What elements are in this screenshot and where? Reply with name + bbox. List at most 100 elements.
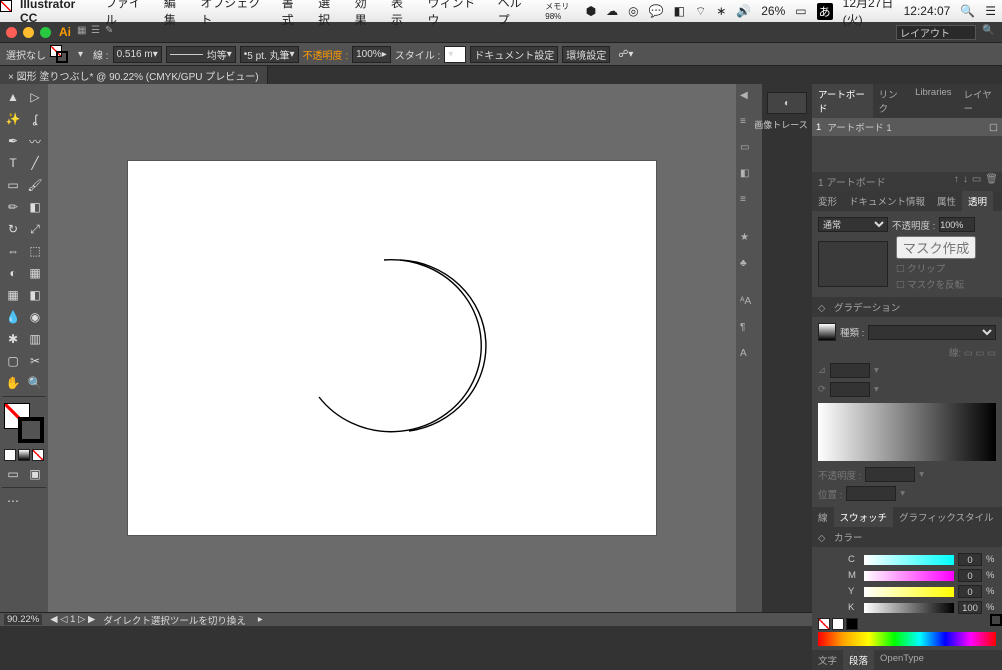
- yellow-slider[interactable]: [864, 587, 954, 597]
- gradient-position-input[interactable]: [846, 486, 896, 501]
- pen-tool[interactable]: ✒: [2, 130, 24, 152]
- artboard-options-icon[interactable]: ▢: [989, 122, 998, 133]
- cyan-slider[interactable]: [864, 555, 954, 565]
- line-tool[interactable]: ╱: [24, 152, 46, 174]
- color-mode-solid[interactable]: [4, 449, 16, 461]
- panel-icon[interactable]: ♣: [740, 258, 758, 276]
- document-setup-button[interactable]: ドキュメント設定: [470, 46, 558, 63]
- gradient-preview[interactable]: [818, 403, 996, 461]
- tab-character[interactable]: 文字: [812, 650, 843, 670]
- mesh-tool[interactable]: ▦: [2, 284, 24, 306]
- paintbrush-tool[interactable]: 🖌: [24, 174, 46, 196]
- evernote-icon[interactable]: ⬢: [586, 4, 596, 18]
- tab-graphic-styles[interactable]: グラフィックスタイル: [893, 507, 1000, 527]
- rectangle-tool[interactable]: ▭: [2, 174, 24, 196]
- style-select[interactable]: ▾: [444, 46, 466, 63]
- gradient-swatch[interactable]: [818, 323, 836, 341]
- app-name[interactable]: Illustrator CC: [20, 0, 91, 25]
- artboard-tool[interactable]: ▢: [2, 350, 24, 372]
- black-value[interactable]: 100: [958, 601, 982, 614]
- pencil-tool[interactable]: ✏: [2, 196, 24, 218]
- fill-stroke-indicator[interactable]: [4, 403, 44, 443]
- width-tool[interactable]: ⇔: [2, 240, 24, 262]
- hand-tool[interactable]: ✋: [2, 372, 24, 394]
- tab-artboards[interactable]: アートボード: [812, 84, 873, 118]
- align-icon[interactable]: ☍▾: [618, 49, 633, 60]
- magenta-value[interactable]: 0: [958, 569, 982, 582]
- opacity-input[interactable]: 100% ▸: [352, 46, 391, 63]
- free-transform-tool[interactable]: ⬚: [24, 240, 46, 262]
- bridge-icon[interactable]: ▦: [77, 25, 91, 39]
- document-tab[interactable]: × 図形 塗りつぶし* @ 90.22% (CMYK/GPU プレビュー): [0, 66, 268, 84]
- tab-docinfo[interactable]: ドキュメント情報: [843, 191, 931, 211]
- spotlight-icon[interactable]: 🔍: [960, 4, 975, 18]
- eyedropper-tool[interactable]: 💧: [2, 306, 24, 328]
- canvas-area[interactable]: [48, 84, 736, 612]
- perspective-tool[interactable]: ▦: [24, 262, 46, 284]
- clip-checkbox[interactable]: ☐ クリップ: [896, 261, 976, 275]
- zoom-tool[interactable]: 🔍: [24, 372, 46, 394]
- menu-type[interactable]: 書式: [282, 0, 304, 28]
- artboard-nav[interactable]: ◀ ◁ 1 ▷ ▶: [50, 614, 95, 625]
- delete-artboard-icon[interactable]: 🗑: [985, 174, 998, 189]
- menu-icon[interactable]: ☰: [985, 4, 996, 18]
- color-spectrum[interactable]: [818, 632, 996, 646]
- curvature-tool[interactable]: 〰: [24, 130, 46, 152]
- sound-icon[interactable]: ◧: [674, 4, 685, 18]
- tab-opentype[interactable]: OpenType: [874, 650, 930, 670]
- fill-stroke-small[interactable]: [50, 45, 68, 63]
- tab-attributes[interactable]: 属性: [931, 191, 962, 211]
- bluetooth-icon[interactable]: ∗: [716, 4, 726, 18]
- tab-paragraph[interactable]: 段落: [843, 650, 874, 670]
- panel-icon[interactable]: ᴬA: [740, 296, 758, 314]
- rotate-tool[interactable]: ↻: [2, 218, 24, 240]
- magenta-slider[interactable]: [864, 571, 954, 581]
- zoom-button[interactable]: [40, 27, 51, 38]
- scale-tool[interactable]: ⤢: [24, 218, 46, 240]
- tab-libraries[interactable]: Libraries: [909, 84, 957, 118]
- opacity-input[interactable]: [939, 217, 975, 232]
- color-mode-gradient[interactable]: [18, 449, 30, 461]
- black-swatch[interactable]: [846, 618, 858, 630]
- lasso-tool[interactable]: ʆ: [24, 108, 46, 130]
- arrange-icon[interactable]: ☰: [91, 25, 105, 39]
- blend-mode-select[interactable]: 通常: [818, 217, 888, 232]
- input-method[interactable]: あ: [817, 3, 833, 20]
- panel-icon[interactable]: ▭: [740, 142, 758, 160]
- slice-tool[interactable]: ✂: [24, 350, 46, 372]
- tab-links[interactable]: リンク: [873, 84, 910, 118]
- move-down-icon[interactable]: ↓: [963, 174, 968, 189]
- black-slider[interactable]: [864, 603, 954, 613]
- sync-icon[interactable]: ◎: [628, 4, 638, 18]
- menu-edit[interactable]: 編集: [164, 0, 186, 28]
- invert-mask-checkbox[interactable]: ☐ マスクを反転: [896, 277, 976, 291]
- new-artboard-icon[interactable]: ▭: [972, 174, 981, 189]
- panel-icon[interactable]: ★: [740, 232, 758, 250]
- blend-tool[interactable]: ◉: [24, 306, 46, 328]
- menu-effect[interactable]: 効果: [355, 0, 377, 28]
- color-fillstroke[interactable]: [818, 551, 842, 575]
- gradient-angle-input[interactable]: [830, 363, 870, 378]
- graph-tool[interactable]: ▥: [24, 328, 46, 350]
- gradient-type-select[interactable]: [868, 325, 996, 340]
- minimize-button[interactable]: [23, 27, 34, 38]
- stroke-swatch[interactable]: [18, 417, 44, 443]
- volume-icon[interactable]: 🔊: [736, 4, 751, 18]
- yellow-value[interactable]: 0: [958, 585, 982, 598]
- move-up-icon[interactable]: ↑: [954, 174, 959, 189]
- tab-swatches[interactable]: スウォッチ: [834, 507, 894, 527]
- preferences-button[interactable]: 環境設定: [562, 46, 610, 63]
- panel-icon[interactable]: ◧: [740, 168, 758, 186]
- menu-help[interactable]: ヘルプ: [498, 0, 532, 28]
- make-mask-button[interactable]: マスク作成: [896, 236, 976, 259]
- brush-select[interactable]: • 5 pt. 丸筆 ▾: [240, 46, 299, 63]
- menu-view[interactable]: 表示: [391, 0, 413, 28]
- selection-tool[interactable]: ▲: [2, 86, 24, 108]
- screen-mode-normal[interactable]: ▭: [2, 463, 24, 485]
- cyan-value[interactable]: 0: [958, 553, 982, 566]
- tab-stroke[interactable]: 線: [812, 507, 834, 527]
- eraser-tool[interactable]: ◧: [24, 196, 46, 218]
- magic-wand-tool[interactable]: ✨: [2, 108, 24, 130]
- type-tool[interactable]: T: [2, 152, 24, 174]
- workspace-select[interactable]: [896, 25, 976, 40]
